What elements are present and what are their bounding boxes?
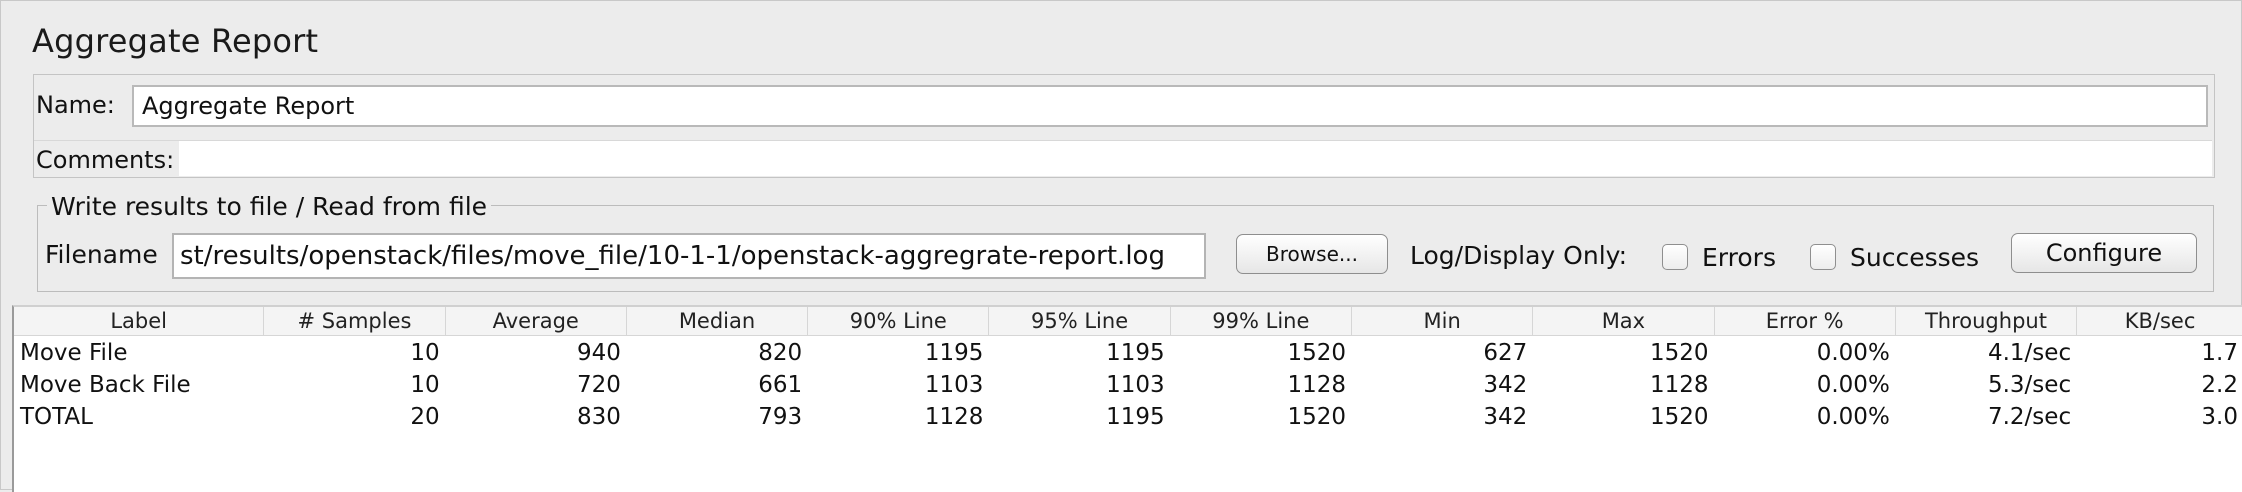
table-cell: 1195 (924, 340, 984, 366)
table-cell: 1128 (924, 404, 984, 430)
table-cell: 4.1/sec (1987, 340, 2072, 366)
column-header[interactable]: Median (627, 307, 809, 335)
column-header[interactable]: 95% Line (989, 307, 1171, 335)
column-header[interactable]: Min (1352, 307, 1534, 335)
table-cell: 1520 (1287, 404, 1346, 430)
column-header[interactable]: Error % (1715, 307, 1896, 335)
table-row[interactable]: TOTAL 20 830 793 1128 1195 1520 342 1520 0.00% 7.2… (14, 401, 2242, 433)
table-cell: 1195 (1106, 340, 1165, 366)
table-cell: 7.2/sec (1987, 404, 2072, 430)
column-header[interactable]: 99% Line (1171, 307, 1352, 335)
table-cell: 661 (758, 372, 803, 398)
table-cell: Move File (20, 340, 128, 366)
successes-checkbox[interactable] (1810, 244, 1836, 270)
table-cell: 820 (758, 340, 803, 366)
column-header[interactable]: # Samples (264, 307, 446, 335)
errors-label: Errors (1702, 243, 1776, 272)
name-input[interactable] (132, 85, 2208, 127)
comments-field[interactable] (34, 140, 2212, 176)
column-header[interactable]: Label (14, 307, 265, 335)
table-cell: 342 (1483, 404, 1528, 430)
table-cell: 1520 (1649, 340, 1709, 366)
table-cell: 0.00% (1816, 404, 1890, 430)
column-header[interactable]: KB/sec (2077, 307, 2242, 335)
table-cell: 1520 (1287, 340, 1346, 366)
table-cell: 793 (758, 404, 803, 430)
name-label: Name: (36, 91, 115, 119)
table-cell: 2.2 (2201, 372, 2238, 398)
column-header[interactable]: Max (1533, 307, 1715, 335)
table-cell: TOTAL (20, 404, 93, 430)
table-cell: 10 (410, 340, 440, 366)
table-cell: 1103 (1106, 372, 1165, 398)
table-cell: 3.0 (2201, 404, 2238, 430)
table-cell: 20 (410, 404, 440, 430)
column-header[interactable]: Throughput (1896, 307, 2078, 335)
log-display-only-label: Log/Display Only: (1410, 241, 1628, 270)
table-cell: 0.00% (1816, 372, 1890, 398)
aggregate-results-table[interactable]: Label # Samples Average Median 90% Line 95% L… (12, 305, 2242, 492)
filename-label: Filename (45, 240, 158, 269)
panel-title: Aggregate Report (32, 22, 319, 60)
table-cell: 1195 (1106, 404, 1165, 430)
comments-label: Comments: (36, 146, 175, 174)
table-row[interactable]: Move File 10 940 820 1195 1195 1520 627 1520 0.00… (14, 337, 2242, 369)
table-row[interactable]: Move Back File 10 720 661 1103 1103 1128 342 112… (14, 369, 2242, 401)
table-cell: 10 (410, 372, 440, 398)
filename-input[interactable]: st/results/openstack/files/move_file/10-… (172, 233, 1206, 279)
column-header[interactable]: Average (446, 307, 627, 335)
errors-checkbox[interactable] (1662, 244, 1688, 270)
browse-button[interactable]: Browse... (1236, 234, 1388, 274)
table-cell: 1128 (1287, 372, 1346, 398)
table-cell: 940 (576, 340, 621, 366)
table-header: Label # Samples Average Median 90% Line 95% L… (14, 307, 2242, 336)
table-cell: 1520 (1649, 404, 1709, 430)
filename-value: st/results/openstack/files/move_file/10-… (180, 241, 1165, 271)
table-cell: 627 (1483, 340, 1528, 366)
table-cell: 1103 (924, 372, 984, 398)
column-header[interactable]: 90% Line (808, 307, 990, 335)
configure-button[interactable]: Configure (2011, 233, 2197, 273)
write-results-legend: Write results to file / Read from file (47, 192, 492, 221)
table-cell: Move Back File (20, 372, 191, 398)
successes-label: Successes (1850, 243, 1980, 272)
table-cell: 342 (1483, 372, 1528, 398)
table-cell: 720 (576, 372, 621, 398)
table-cell: 1.7 (2201, 340, 2238, 366)
table-cell: 1128 (1649, 372, 1709, 398)
table-cell: 830 (576, 404, 621, 430)
table-cell: 0.00% (1816, 340, 1890, 366)
table-cell: 5.3/sec (1987, 372, 2072, 398)
